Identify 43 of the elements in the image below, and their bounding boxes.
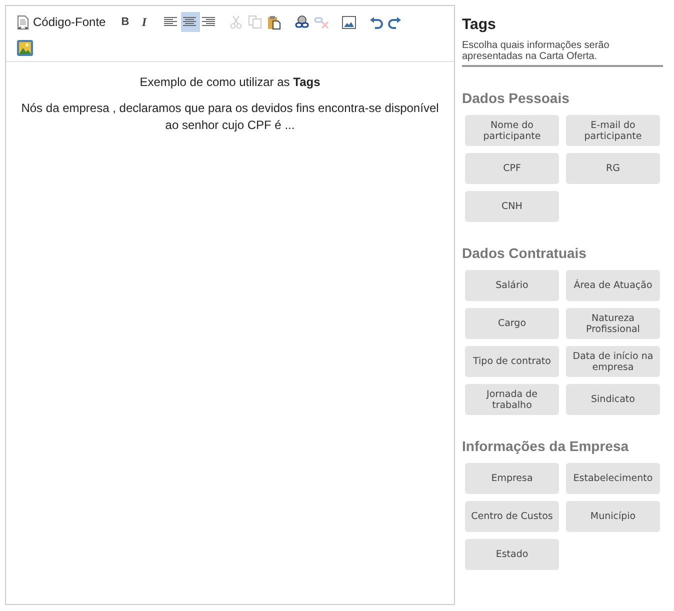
tag-button[interactable]: Área de Atuação — [566, 270, 660, 301]
scissors-icon — [229, 15, 244, 29]
align-icon — [202, 16, 216, 28]
redo-icon — [388, 16, 402, 28]
tag-button[interactable]: E-mail do participante — [566, 115, 660, 146]
source-code-button[interactable]: Código-Fonte — [14, 12, 108, 32]
tag-button[interactable]: Tipo de contrato — [465, 346, 559, 377]
tag-button[interactable]: CNH — [465, 191, 559, 222]
link-icon — [294, 14, 310, 30]
tag-button[interactable]: RG — [566, 153, 660, 184]
copy-icon — [248, 15, 262, 29]
bold-button[interactable]: B — [116, 12, 135, 32]
tag-button[interactable]: Cargo — [465, 308, 559, 339]
image-icon — [342, 16, 356, 28]
tag-button[interactable]: Empresa — [465, 463, 559, 494]
tag-button[interactable]: CPF — [465, 153, 559, 184]
unlink-icon — [314, 14, 330, 30]
align-center-button[interactable] — [180, 12, 200, 32]
panel-description: Escolha quais informações serão apresentadas na Carta Oferta. — [462, 40, 610, 62]
italic-button[interactable]: I — [134, 12, 154, 32]
document-icon — [16, 14, 30, 30]
gallery-button[interactable] — [14, 38, 36, 58]
tag-button[interactable]: Natureza Profissional — [566, 308, 660, 339]
section-heading: Dados Contratuais — [462, 245, 588, 261]
section-heading: Dados Pessoais — [462, 90, 570, 106]
tag-button[interactable]: Sindicato — [566, 384, 660, 415]
tag-button[interactable]: Nome do participante — [465, 115, 559, 146]
tag-button[interactable]: Município — [566, 501, 660, 532]
tag-button[interactable]: Salário — [465, 270, 559, 301]
tag-button[interactable]: Estado — [465, 539, 559, 570]
tag-button[interactable]: Centro de Custos — [465, 501, 559, 532]
clipboard-icon — [267, 14, 282, 30]
align-icon — [164, 16, 178, 28]
tag-button[interactable]: Estabelecimento — [566, 463, 660, 494]
panel-title: Tags — [462, 16, 497, 33]
photo-icon — [16, 39, 34, 57]
tag-button[interactable]: Data de início na empresa — [566, 346, 660, 377]
align-icon — [183, 16, 198, 28]
paragraph: Exemplo de como utilizar as Tags — [138, 74, 322, 91]
tag-button[interactable]: Jornada de trabalho — [465, 384, 559, 415]
paragraph: Nós da empresa , declaramos que para os devidos fins encontra-se disponível ao senhor cujo CPF é ... — [21, 100, 439, 134]
undo-icon — [369, 16, 384, 28]
section-heading: Informações da Empresa — [462, 438, 630, 454]
